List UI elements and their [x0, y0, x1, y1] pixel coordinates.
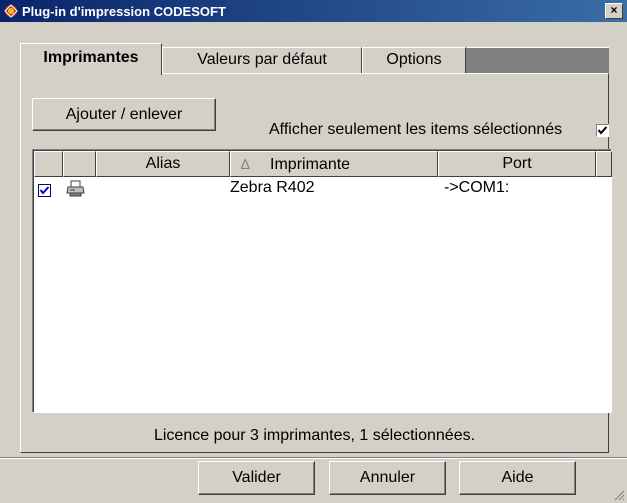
tab-options[interactable]: Options [362, 47, 466, 73]
row-printer-name: Zebra R402 [230, 179, 315, 196]
show-selected-checkbox[interactable] [596, 124, 609, 137]
bottom-separator-highlight [0, 458, 627, 459]
close-icon: × [610, 3, 618, 17]
window-title: Plug-in d'impression CODESOFT [22, 4, 226, 19]
show-selected-label: Afficher seulement les items sélectionné… [269, 121, 563, 138]
check-icon [39, 186, 50, 195]
tab-options-label: Options [386, 51, 442, 68]
column-header-imprimante-label: Imprimante [270, 156, 351, 173]
column-header-imprimante[interactable]: ∆ Imprimante [230, 151, 438, 177]
tab-valeurs-par-defaut[interactable]: Valeurs par défaut [162, 47, 362, 73]
column-header-port[interactable]: Port [438, 151, 596, 177]
resize-grip-icon[interactable] [613, 489, 625, 501]
row-port: ->COM1: [444, 179, 510, 196]
printer-icon [66, 180, 85, 197]
check-icon [597, 126, 608, 135]
tab-strip-filler [466, 47, 609, 73]
printer-list-body: Alias ∆ Imprimante Port Zebra R402 ->COM… [33, 150, 612, 412]
column-header-icon[interactable] [63, 151, 96, 177]
codesoft-app-icon [4, 4, 18, 18]
tab-imprimantes-label: Imprimantes [43, 49, 139, 66]
row-checkbox[interactable] [38, 184, 51, 197]
column-header-port-label: Port [502, 155, 532, 172]
printer-list[interactable]: Alias ∆ Imprimante Port Zebra R402 ->COM… [32, 149, 612, 413]
title-bar[interactable]: Plug-in d'impression CODESOFT × [0, 0, 627, 22]
tab-valeurs-label: Valeurs par défaut [197, 51, 327, 68]
ok-button[interactable]: Valider [198, 461, 315, 495]
plugin-dialog: Plug-in d'impression CODESOFT × Impriman… [0, 0, 627, 503]
table-row[interactable]: Zebra R402 ->COM1: [34, 178, 612, 200]
help-button[interactable]: Aide [459, 461, 576, 495]
column-header-alias-label: Alias [145, 155, 181, 172]
sort-ascending-icon: ∆ [241, 156, 250, 172]
cancel-button[interactable]: Annuler [329, 461, 446, 495]
license-status: Licence pour 3 imprimantes, 1 sélectionn… [153, 427, 476, 444]
add-remove-button[interactable]: Ajouter / enlever [32, 98, 216, 131]
column-header-alias[interactable]: Alias [96, 151, 230, 177]
column-header-check[interactable] [34, 151, 63, 177]
close-button[interactable]: × [605, 3, 623, 19]
tab-imprimantes[interactable]: Imprimantes [20, 43, 162, 75]
column-header-filler [596, 151, 612, 177]
